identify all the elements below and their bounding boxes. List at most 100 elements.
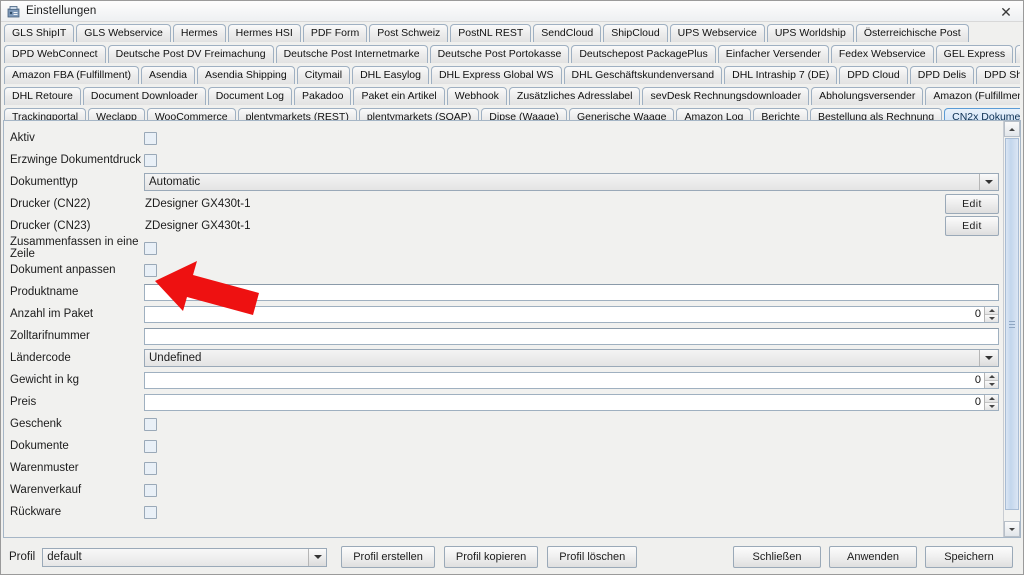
scroll-up-icon[interactable] (1004, 121, 1020, 137)
button-profil-kopieren[interactable]: Profil kopieren (443, 546, 539, 568)
checkbox-zusammenfassen-in-eine-zeile[interactable] (144, 241, 157, 255)
tab-deutschepost-packageplus[interactable]: Deutschepost PackagePlus (571, 45, 716, 63)
form-row-ruckware: Rückware (10, 501, 999, 523)
close-icon[interactable]: ✕ (995, 3, 1017, 20)
tab-gls-gepard[interactable]: GLS Gepard (1015, 45, 1020, 63)
checkbox-warenverkauf[interactable] (144, 483, 157, 497)
tab-zus-tzliches-adresslabel[interactable]: Zusätzliches Adresslabel (508, 87, 641, 105)
profile-select[interactable]: default (42, 547, 328, 567)
spinner-down-icon[interactable] (985, 380, 998, 388)
tab-dhl-express-global-ws[interactable]: DHL Express Global WS (430, 66, 562, 84)
button-anwenden[interactable]: Anwenden (829, 546, 917, 568)
tab-postnl-rest[interactable]: PostNL REST (450, 24, 532, 42)
tab-gls-shipit[interactable]: GLS ShipIT (4, 24, 75, 42)
button-profil-loschen[interactable]: Profil löschen (547, 546, 638, 568)
checkbox-geschenk[interactable] (144, 417, 157, 431)
tab-dhl-easylog[interactable]: DHL Easylog (352, 66, 429, 84)
field-label-erzwinge-dokumentdruck: Erzwinge Dokumentdruck (10, 154, 142, 166)
form-row-geschenk: Geschenk (10, 413, 999, 435)
button-schliessen[interactable]: Schließen (733, 546, 821, 568)
input-zolltarifnummer[interactable] (144, 327, 999, 345)
tab-gel-express[interactable]: GEL Express (935, 45, 1014, 63)
tab-citymail[interactable]: Citymail (296, 66, 351, 84)
spinner-up-icon[interactable] (985, 394, 998, 403)
tab-ups-webservice[interactable]: UPS Webservice (669, 24, 765, 42)
tab-sevdesk-rechnungsdownloader[interactable]: sevDesk Rechnungsdownloader (642, 87, 810, 105)
field-label-geschenk: Geschenk (10, 418, 62, 430)
spinner-down-icon[interactable] (985, 402, 998, 410)
field-label-landercode: Ländercode (10, 352, 71, 364)
tab-einfacher-versender[interactable]: Einfacher Versender (717, 45, 829, 63)
tab-pakadoo[interactable]: Pakadoo (294, 87, 352, 105)
checkbox-aktiv[interactable] (144, 131, 157, 145)
input-produktname[interactable] (144, 283, 999, 301)
tab-post-schweiz[interactable]: Post Schweiz (369, 24, 449, 42)
tab-asendia[interactable]: Asendia (141, 66, 195, 84)
checkbox-dokument-anpassen[interactable] (144, 263, 157, 277)
spinner-up-icon[interactable] (985, 372, 998, 381)
tab-document-log[interactable]: Document Log (207, 87, 292, 105)
spinner-value-gewicht-in-kg: 0 (974, 373, 981, 386)
button-profil-erstellen[interactable]: Profil erstellen (341, 546, 435, 568)
scrollbar-thumb[interactable] (1005, 138, 1019, 510)
field-control-dokument-anpassen (144, 263, 999, 277)
checkbox-ruckware[interactable] (144, 505, 157, 519)
tab-sterreichische-post[interactable]: Österreichische Post (855, 24, 969, 42)
chevron-down-icon (979, 350, 997, 366)
tab-dhl-gesch-ftskundenversand[interactable]: DHL Geschäftskundenversand (563, 66, 723, 84)
form-row-warenverkauf: Warenverkauf (10, 479, 999, 501)
tab-dpd-cloud[interactable]: DPD Cloud (839, 66, 908, 84)
select-dokumenttyp[interactable]: Automatic (144, 173, 999, 191)
spinner-gewicht-in-kg[interactable]: 0 (144, 371, 999, 389)
spinner-preis[interactable]: 0 (144, 393, 999, 411)
tab-gls-webservice[interactable]: GLS Webservice (76, 24, 171, 42)
checkbox-erzwinge-dokumentdruck[interactable] (144, 153, 157, 167)
tab-fedex-webservice[interactable]: Fedex Webservice (830, 45, 934, 63)
tab-amazon-fba-fulfillment[interactable]: Amazon FBA (Fulfillment) (4, 66, 140, 84)
vertical-scrollbar[interactable] (1003, 121, 1020, 537)
scroll-down-icon[interactable] (1004, 521, 1020, 537)
tab-deutsche-post-internetmarke[interactable]: Deutsche Post Internetmarke (275, 45, 428, 63)
tab-paket-ein-artikel[interactable]: Paket ein Artikel (353, 87, 445, 105)
tab-deutsche-post-dv-freimachung[interactable]: Deutsche Post DV Freimachung (107, 45, 274, 63)
app-icon (7, 5, 20, 18)
bottom-action-bar: Profil default Profil erstellen Profil ko… (3, 542, 1021, 572)
tab-dpd-webconnect[interactable]: DPD WebConnect (4, 45, 106, 63)
spinner-buttons-preis (984, 394, 998, 410)
edit-button-drucker-cn22[interactable]: Edit (945, 194, 999, 214)
spinner-value-preis: 0 (974, 395, 981, 408)
checkbox-dokumente[interactable] (144, 439, 157, 453)
checkbox-warenmuster[interactable] (144, 461, 157, 475)
tab-ups-worldship[interactable]: UPS Worldship (766, 24, 854, 42)
select-value-dokumenttyp: Automatic (149, 176, 201, 188)
tab-hermes[interactable]: Hermes (172, 24, 226, 42)
tab-amazon-fulfillment[interactable]: Amazon (Fulfillment) (925, 87, 1020, 105)
tab-sendcloud[interactable]: SendCloud (533, 24, 602, 42)
field-control-gewicht-in-kg: 0 (144, 371, 999, 389)
spinner-up-icon[interactable] (985, 306, 998, 315)
tab-abholungsversender[interactable]: Abholungsversender (811, 87, 924, 105)
form-area: Aktiv Erzwinge Dokumentdruck Dokumenttyp Au… (4, 121, 1003, 537)
tab-dpd-shipperservice-ch[interactable]: DPD ShipperService (CH) (976, 66, 1020, 84)
tab-deutsche-post-portokasse[interactable]: Deutsche Post Portokasse (429, 45, 570, 63)
tab-webhook[interactable]: Webhook (446, 87, 507, 105)
tab-document-downloader[interactable]: Document Downloader (82, 87, 206, 105)
tab-pdf-form[interactable]: PDF Form (302, 24, 368, 42)
tab-dhl-retoure[interactable]: DHL Retoure (4, 87, 81, 105)
spinner-down-icon[interactable] (985, 314, 998, 322)
button-speichern[interactable]: Speichern (925, 546, 1013, 568)
tab-shipcloud[interactable]: ShipCloud (603, 24, 668, 42)
form-row-dokumente: Dokumente (10, 435, 999, 457)
profile-label: Profil (9, 551, 36, 563)
spinner-value-anzahl-im-paket: 0 (974, 307, 981, 320)
tab-dpd-delis[interactable]: DPD Delis (909, 66, 975, 84)
select-landercode[interactable]: Undefined (144, 349, 999, 367)
tab-asendia-shipping[interactable]: Asendia Shipping (197, 66, 295, 84)
field-label-produktname: Produktname (10, 286, 79, 298)
edit-button-drucker-cn23[interactable]: Edit (945, 216, 999, 236)
tab-hermes-hsi[interactable]: Hermes HSI (227, 24, 301, 42)
tab-dhl-intraship-7-de[interactable]: DHL Intraship 7 (DE) (724, 66, 838, 84)
form-row-drucker-cn22: Drucker (CN22) ZDesigner GX430t-1 Edit (10, 193, 999, 215)
spinner-anzahl-im-paket[interactable]: 0 (144, 305, 999, 323)
field-control-ruckware (144, 505, 999, 519)
